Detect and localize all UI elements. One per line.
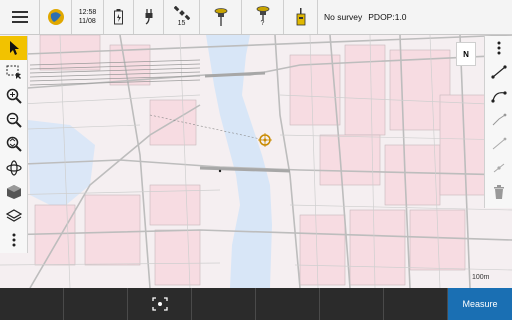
polyline-icon [492, 113, 506, 126]
draw-arc-button[interactable] [485, 84, 512, 108]
offset-icon [492, 137, 506, 150]
zoom-in-icon [6, 88, 22, 104]
time-text: 12:58 [78, 9, 97, 16]
plug-icon [145, 9, 152, 25]
more-tools-button[interactable] [0, 228, 27, 252]
delete-button[interactable] [485, 180, 512, 204]
zoom-extents-icon [6, 136, 22, 152]
measure-label: Measure [462, 299, 498, 309]
draw-offset-button[interactable] [485, 132, 512, 156]
receiver-status[interactable] [200, 0, 242, 34]
status-bar: 12:58 11/08 15 ? No survey PDOP:1.0 [0, 0, 512, 35]
arc-icon [490, 91, 507, 103]
zoom-out-button[interactable] [0, 108, 27, 132]
measure-button[interactable]: Measure [448, 288, 512, 320]
survey-status[interactable]: No survey PDOP:1.0 [318, 0, 512, 34]
zoom-extents-button[interactable] [0, 132, 27, 156]
pointer-icon [9, 41, 19, 55]
date-text: 11/08 [78, 18, 96, 25]
right-menu-button[interactable] [485, 36, 512, 60]
focus-icon [151, 297, 168, 311]
receiver-question: ? [260, 20, 265, 27]
north-arrow[interactable]: N [456, 42, 476, 66]
battery-status[interactable] [104, 0, 134, 34]
survey-status-text: No survey [324, 12, 363, 22]
bottom-slot-5[interactable] [256, 288, 320, 320]
box-select-icon [6, 65, 21, 79]
map-toolbar-left [0, 36, 28, 253]
menu-button[interactable] [0, 0, 40, 34]
map-canvas[interactable] [0, 35, 512, 288]
cube-icon [6, 185, 21, 199]
bottom-toolbar: Measure [0, 288, 512, 320]
satellite-icon [173, 6, 190, 20]
focus-button[interactable] [128, 288, 192, 320]
north-label: N [463, 49, 469, 59]
layers-button[interactable] [0, 204, 27, 228]
bottom-slot-1[interactable] [0, 288, 64, 320]
pdop-text: PDOP:1.0 [368, 12, 407, 22]
draw-line-button[interactable] [485, 60, 512, 84]
radio-status[interactable] [284, 0, 318, 34]
battery-icon [114, 9, 123, 25]
map-toolbar-right [484, 36, 512, 208]
draw-point-button[interactable] [485, 156, 512, 180]
more-vertical-icon [497, 41, 500, 55]
satellite-status[interactable]: 15 [164, 0, 200, 34]
bottom-slot-2[interactable] [64, 288, 128, 320]
map-view[interactable] [0, 35, 512, 288]
map-scale: 100m [472, 274, 490, 281]
line-icon [490, 65, 507, 79]
more-vertical-icon [12, 233, 15, 247]
orbit-icon [5, 160, 22, 176]
zoom-in-button[interactable] [0, 84, 27, 108]
bottom-slot-4[interactable] [192, 288, 256, 320]
satellite-count: 15 [177, 20, 186, 27]
globe-icon [47, 9, 64, 25]
layers-icon [5, 209, 22, 222]
hamburger-icon [11, 11, 28, 23]
scale-label: 100m [472, 274, 490, 281]
gnss-receiver-question-icon [256, 6, 269, 20]
gnss-receiver-icon [214, 8, 227, 26]
power-status[interactable] [134, 0, 164, 34]
trash-icon [493, 185, 504, 199]
clock-display: 12:58 11/08 [72, 0, 104, 34]
point-icon [493, 163, 504, 173]
zoom-out-icon [6, 112, 22, 128]
view-3d-button[interactable] [0, 180, 27, 204]
bottom-slot-6[interactable] [320, 288, 384, 320]
select-tool-button[interactable] [0, 36, 27, 60]
radio-icon [296, 8, 305, 26]
receiver-status-secondary[interactable]: ? [242, 0, 284, 34]
orbit-button[interactable] [0, 156, 27, 180]
draw-polyline-button[interactable] [485, 108, 512, 132]
globe-button[interactable] [40, 0, 72, 34]
box-select-button[interactable] [0, 60, 27, 84]
bottom-slot-7[interactable] [384, 288, 448, 320]
